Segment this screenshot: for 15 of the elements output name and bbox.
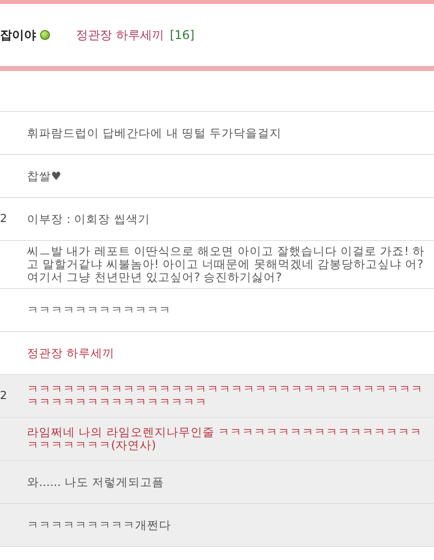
comment-text: 씨ㅡ발 내가 레포트 이딴식으로 해오면 아이고 잘했습니다 이걸로 가죠! 하고 말할거같냐 씨불놈아! 아이고 너때문에 못해먹겠네 감봉당하고싶냐 어? 여기서 그냥 천년만년 있고싶어? 승진하기싫어?	[27, 243, 426, 286]
comment-count: [16]	[170, 27, 194, 44]
comment-text: 라임쩌네 나의 라임오렌지나무인줄 ㅋㅋㅋㅋㅋㅋㅋㅋㅋㅋㅋㅋㅋㅋㅋㅋㅋㅋㅋㅋㅋㅋㅋㅋ(자연사)	[27, 424, 423, 454]
comment-text: ㅋㅋㅋㅋㅋㅋㅋㅋㅋㅋㅋㅋ	[27, 302, 172, 318]
comment-number: 2	[0, 388, 7, 404]
comment-text: 휘파람드럽이 답베간다에 내 띵털 두가닥을걸지	[27, 124, 283, 142]
comment-text: ㅋㅋㅋㅋㅋㅋㅋㅋㅋ개쩐다	[27, 516, 172, 534]
comment-text: 찹쌀♥	[27, 168, 62, 184]
comment-text: 와...... 나도 저렇게되고픔	[27, 474, 166, 490]
author-name[interactable]: 잡이야	[0, 26, 36, 44]
comment-number: 2	[0, 210, 7, 227]
comment-text: ㅋㅋㅋㅋㅋㅋㅋㅋㅋㅋㅋㅋㅋㅋㅋㅋㅋㅋㅋㅋㅋㅋㅋㅋㅋㅋㅋㅋㅋㅋㅋㅋㅋㅋㅋㅋㅋㅋㅋㅋㅋㅋㅋㅋㅋㅋㅋㅋ	[27, 381, 424, 411]
comment-text: 정관장 하루세끼	[27, 344, 116, 362]
comment-text: 이부장 : 이회장 씹색기	[27, 210, 151, 228]
post-title[interactable]: 정관장 하루세끼	[76, 26, 164, 44]
